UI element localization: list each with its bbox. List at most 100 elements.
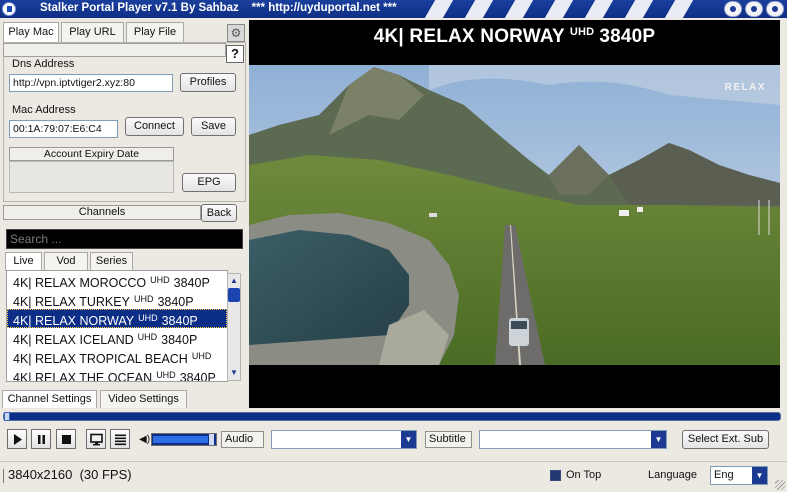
play-button[interactable] <box>7 429 27 449</box>
chevron-down-icon[interactable]: ▼ <box>651 431 666 448</box>
channel-resolution: 3840P <box>161 314 198 328</box>
resize-grip[interactable] <box>775 480 785 490</box>
chevron-down-icon[interactable]: ▼ <box>752 467 767 484</box>
back-button[interactable]: Back <box>201 204 237 222</box>
language-value: Eng <box>714 469 734 481</box>
channel-watermark: RELAX <box>724 82 766 93</box>
channel-list-item[interactable]: 4K| RELAX MOROCCO UHD 3840P <box>7 271 227 290</box>
search-input[interactable]: Search ... <box>6 229 243 249</box>
seek-knob[interactable] <box>4 412 10 421</box>
tab-play-mac[interactable]: Play Mac <box>3 22 59 43</box>
channel-list-item[interactable]: 4K| RELAX THE OCEAN UHD 3840P <box>7 366 227 382</box>
account-expiry-value <box>9 161 174 193</box>
scroll-thumb[interactable] <box>228 288 240 302</box>
tab-series[interactable]: Series <box>90 252 133 271</box>
window-title: Stalker Portal Player v7.1 By Sahbaz ***… <box>40 2 397 14</box>
channel-uhd-tag: UHD <box>150 275 170 285</box>
channel-resolution: 3840P <box>157 295 194 309</box>
channel-name: 4K| RELAX NORWAY <box>13 314 135 328</box>
volume-level <box>153 436 208 443</box>
resolution-text: 3840x2160 <box>8 467 73 482</box>
channel-uhd-tag: UHD <box>156 370 176 380</box>
app-window: Stalker Portal Player v7.1 By Sahbaz ***… <box>0 0 787 492</box>
channel-name: 4K| RELAX TROPICAL BEACH <box>13 352 188 366</box>
maximize-button[interactable] <box>745 1 763 17</box>
language-select[interactable]: Eng ▼ <box>710 466 768 485</box>
title-bar[interactable]: Stalker Portal Player v7.1 By Sahbaz ***… <box>0 0 787 18</box>
mac-address-field[interactable]: 00:1A:79:07:E6:C4 <box>9 120 118 138</box>
tab-live[interactable]: Live <box>5 252 42 271</box>
profiles-button[interactable]: Profiles <box>180 73 236 92</box>
play-icon <box>14 434 22 445</box>
save-button[interactable]: Save <box>191 117 236 136</box>
chevron-down-icon[interactable]: ▼ <box>401 431 416 448</box>
volume-knob[interactable] <box>209 434 214 445</box>
pause-button[interactable] <box>31 429 51 449</box>
on-top-checkbox[interactable] <box>550 470 561 481</box>
help-button[interactable]: ? <box>226 45 244 63</box>
playlist-button[interactable] <box>110 429 130 449</box>
channel-uhd-tag: UHD <box>137 332 158 342</box>
video-title-name: 4K| RELAX NORWAY <box>373 26 565 47</box>
title-stripe <box>424 0 454 18</box>
channel-resolution: 3840P <box>161 333 198 347</box>
title-stripe <box>584 0 614 18</box>
video-player[interactable]: 4K| RELAX NORWAY UHD 3840P RELAX <box>249 20 780 408</box>
channels-header: Channels <box>3 205 201 220</box>
epg-button[interactable]: EPG <box>182 173 236 192</box>
tab-play-file[interactable]: Play File <box>126 22 184 42</box>
tab-play-url[interactable]: Play URL <box>61 22 124 42</box>
close-button[interactable] <box>766 1 784 17</box>
subtitle-label: Subtitle <box>425 431 472 448</box>
volume-slider[interactable] <box>151 433 217 446</box>
stop-icon <box>62 435 71 444</box>
app-title: Stalker Portal Player v7.1 By Sahbaz <box>40 2 239 14</box>
channel-list-item[interactable]: 4K| RELAX TROPICAL BEACH UHD <box>7 347 227 366</box>
gear-icon: ⚙ <box>230 26 242 40</box>
minimize-button[interactable] <box>724 1 742 17</box>
channel-uhd-tag: UHD <box>133 294 154 304</box>
title-stripe <box>664 0 694 18</box>
monitor-icon <box>90 433 103 446</box>
channel-resolution: 3840P <box>179 371 216 382</box>
channel-list-item[interactable]: 4K| RELAX TURKEY UHD 3840P <box>7 290 227 309</box>
channel-resolution: 3840P <box>173 276 210 290</box>
channel-name: 4K| RELAX MOROCCO <box>13 276 147 290</box>
title-stripe <box>624 0 654 18</box>
settings-button[interactable]: ⚙ <box>227 24 245 42</box>
speaker-icon[interactable]: ◀) <box>139 434 150 445</box>
connect-button[interactable]: Connect <box>125 117 184 136</box>
audio-track-select[interactable]: ▼ <box>271 430 417 449</box>
stop-button[interactable] <box>56 429 76 449</box>
pause-icon <box>38 435 45 444</box>
video-frame <box>249 65 780 365</box>
scroll-down-arrow-icon[interactable]: ▼ <box>228 367 240 379</box>
tab-vod[interactable]: Vod <box>44 252 88 271</box>
audio-label: Audio <box>221 431 264 448</box>
on-top-label: On Top <box>566 469 602 481</box>
app-icon[interactable] <box>2 2 16 16</box>
dns-address-field[interactable]: http://vpn.iptvtiger2.xyz:80 <box>9 74 173 92</box>
seek-bar[interactable] <box>3 412 781 421</box>
channel-name: 4K| RELAX TURKEY <box>13 295 130 309</box>
subtitle-select[interactable]: ▼ <box>479 430 667 449</box>
playlist-icon <box>115 434 126 446</box>
fps-text: (30 FPS) <box>79 467 132 482</box>
channel-list-item[interactable]: 4K| RELAX ICELAND UHD 3840P <box>7 328 227 347</box>
scroll-up-arrow-icon[interactable]: ▲ <box>228 275 240 287</box>
channel-uhd-tag: UHD <box>138 313 158 323</box>
channel-list-scrollbar[interactable]: ▲ ▼ <box>227 273 241 381</box>
title-stripe <box>504 0 534 18</box>
tab-channel-settings[interactable]: Channel Settings <box>2 390 97 408</box>
resolution-status: 3840x2160 (30 FPS) <box>3 467 132 483</box>
select-ext-sub-button[interactable]: Select Ext. Sub <box>682 430 769 449</box>
channel-list: 4K| RELAX MOROCCO UHD 3840P 4K| RELAX TURKE… <box>6 270 228 382</box>
channel-list-item[interactable]: 4K| RELAX NORWAY UHD 3840P <box>7 309 227 328</box>
channel-name: 4K| RELAX THE OCEAN <box>13 371 153 382</box>
dns-label: Dns Address <box>12 58 75 70</box>
tab-video-settings[interactable]: Video Settings <box>100 390 187 408</box>
channel-uhd-tag: UHD <box>191 351 212 361</box>
video-title-uhd: UHD <box>569 26 595 38</box>
video-title: 4K| RELAX NORWAY UHD 3840P <box>249 26 780 48</box>
fullscreen-button[interactable] <box>86 429 106 449</box>
